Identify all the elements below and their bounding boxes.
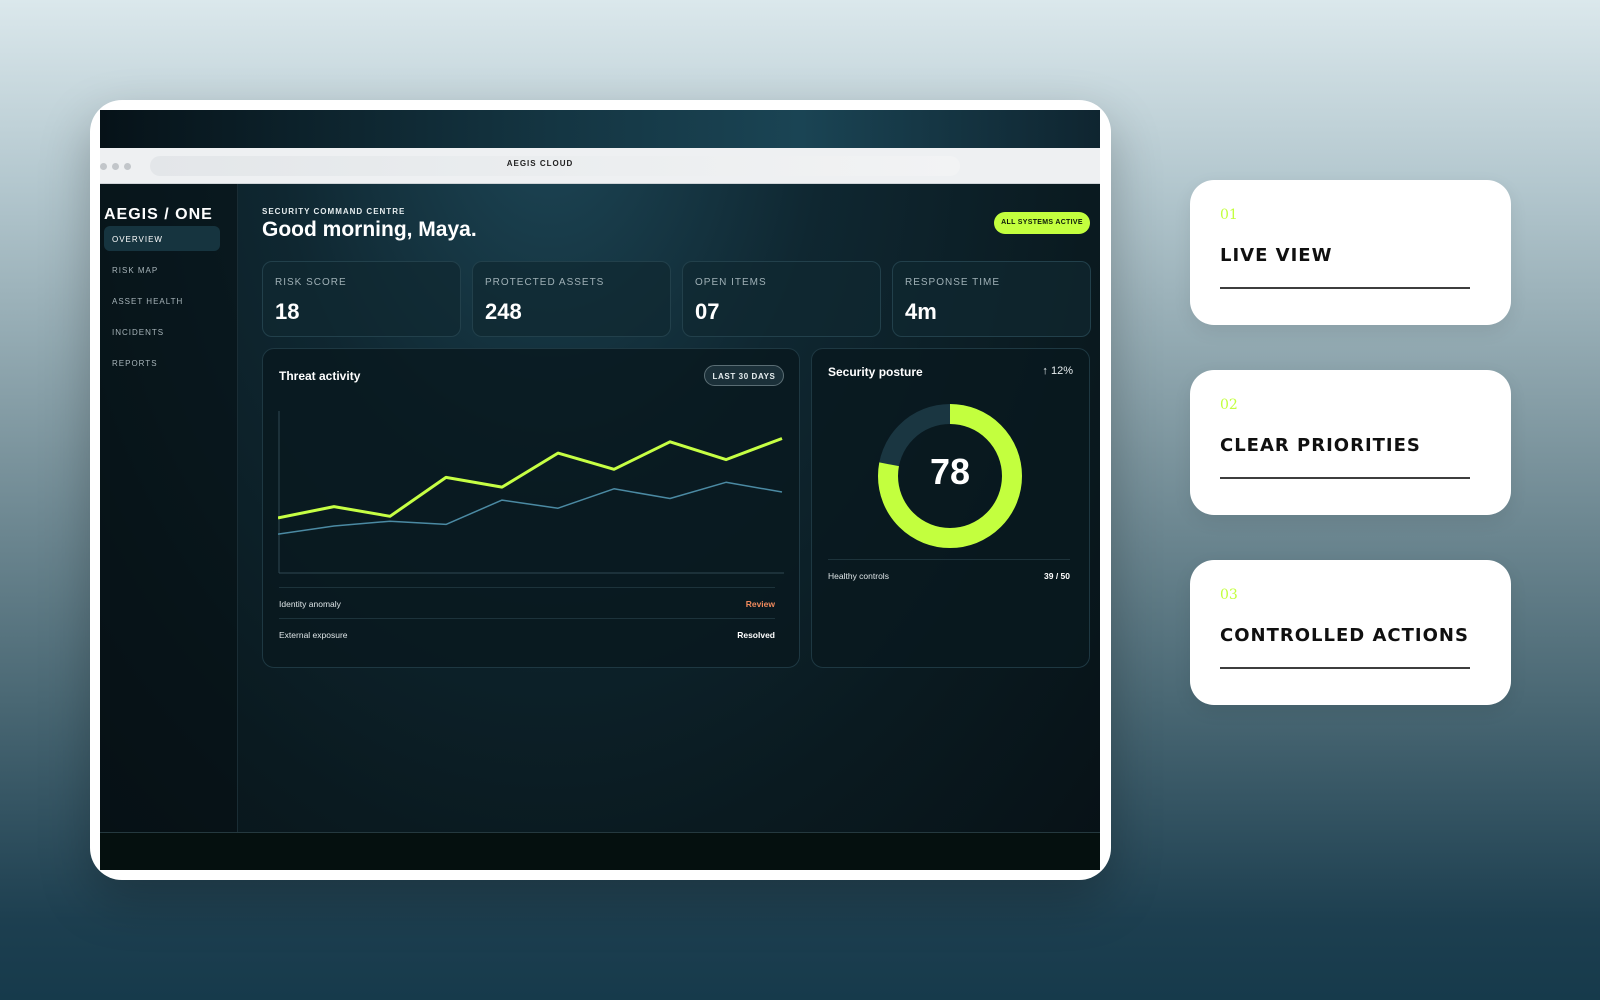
date-range-button[interactable]: LAST 30 DAYS <box>704 365 784 386</box>
resolved-status: Resolved <box>737 630 775 640</box>
posture-score: 78 <box>929 451 971 492</box>
healthy-controls-label: Healthy controls <box>828 571 889 581</box>
sidebar: AEGIS / ONE OVERVIEW RISK MAP ASSET HEAL… <box>100 184 238 832</box>
dashboard: AEGIS / ONE OVERVIEW RISK MAP ASSET HEAL… <box>100 184 1100 870</box>
feature-number: 01 <box>1220 207 1238 223</box>
sidebar-item-reports[interactable]: REPORTS <box>104 350 220 375</box>
kpi-label: RISK SCORE <box>275 277 347 288</box>
feature-number: 02 <box>1220 397 1238 413</box>
kpi-value: 248 <box>485 299 522 324</box>
security-posture-panel: Security posture ↑ 12% 78 Healthy contro… <box>811 348 1090 668</box>
sidebar-item-overview[interactable]: OVERVIEW <box>104 226 220 251</box>
alert-name: Identity anomaly <box>279 599 341 609</box>
posture-panel-title: Security posture <box>828 365 923 379</box>
browser-bar: AEGIS CLOUD <box>100 148 1100 184</box>
kpi-card-protected-assets[interactable]: PROTECTED ASSETS 248 <box>472 261 671 337</box>
kpi-value: 4m <box>905 299 937 324</box>
feature-title: CLEAR PRIORITIES <box>1220 435 1421 456</box>
divider <box>1220 477 1470 479</box>
divider <box>1220 667 1470 669</box>
threat-panel-title: Threat activity <box>279 369 361 383</box>
feature-title: CONTROLLED ACTIONS <box>1220 625 1469 646</box>
kpi-card-risk-score[interactable]: RISK SCORE 18 <box>262 261 461 337</box>
list-item[interactable]: External exposure Resolved <box>279 618 775 649</box>
page-eyebrow: SECURITY COMMAND CENTRE <box>262 207 406 216</box>
feature-card-clear-priorities: 02 CLEAR PRIORITIES <box>1190 370 1511 515</box>
sidebar-item-incidents[interactable]: INCIDENTS <box>104 319 220 344</box>
divider <box>1220 287 1470 289</box>
status-badge[interactable]: ALL SYSTEMS ACTIVE <box>994 212 1090 234</box>
kpi-label: OPEN ITEMS <box>695 277 767 288</box>
review-link[interactable]: Review <box>746 599 775 609</box>
feature-card-controlled-actions: 03 CONTROLLED ACTIONS <box>1190 560 1511 705</box>
secondary-series-line <box>278 481 783 535</box>
feature-number: 03 <box>1220 587 1238 603</box>
brand-logo: AEGIS / ONE <box>104 206 213 223</box>
posture-delta: ↑ 12% <box>1042 365 1073 377</box>
feature-card-live-view: 01 LIVE VIEW <box>1190 180 1511 325</box>
kpi-card-open-items[interactable]: OPEN ITEMS 07 <box>682 261 881 337</box>
bottom-bar <box>100 832 1100 870</box>
sidebar-item-asset-health[interactable]: ASSET HEALTH <box>104 288 220 313</box>
alert-name: External exposure <box>279 630 348 640</box>
window-dot-icon[interactable] <box>100 163 107 170</box>
primary-series-line <box>278 437 783 520</box>
kpi-value: 18 <box>275 299 300 324</box>
kpi-value: 07 <box>695 299 720 324</box>
threat-line-chart <box>278 411 784 574</box>
kpi-label: RESPONSE TIME <box>905 277 1001 288</box>
kpi-card-response-time[interactable]: RESPONSE TIME 4m <box>892 261 1091 337</box>
browser-title: AEGIS CLOUD <box>506 159 574 168</box>
threat-activity-panel: Threat activity LAST 30 DAYS Identity an… <box>262 348 800 668</box>
device-frame: AEGIS CLOUD AEGIS / ONE OVERVIEW RISK MA… <box>90 100 1111 880</box>
feature-title: LIVE VIEW <box>1220 245 1333 266</box>
window-dot-icon[interactable] <box>112 163 119 170</box>
sidebar-item-risk-map[interactable]: RISK MAP <box>104 257 220 282</box>
screen-header-backdrop <box>100 110 1100 148</box>
list-item[interactable]: Identity anomaly Review <box>279 587 775 618</box>
healthy-controls-value: 39 / 50 <box>1044 571 1070 581</box>
window-dot-icon[interactable] <box>124 163 131 170</box>
kpi-label: PROTECTED ASSETS <box>485 277 605 288</box>
app-screen: AEGIS CLOUD AEGIS / ONE OVERVIEW RISK MA… <box>100 110 1100 870</box>
healthy-controls-row: Healthy controls 39 / 50 <box>828 559 1070 581</box>
page-title: Good morning, Maya. <box>262 218 477 241</box>
